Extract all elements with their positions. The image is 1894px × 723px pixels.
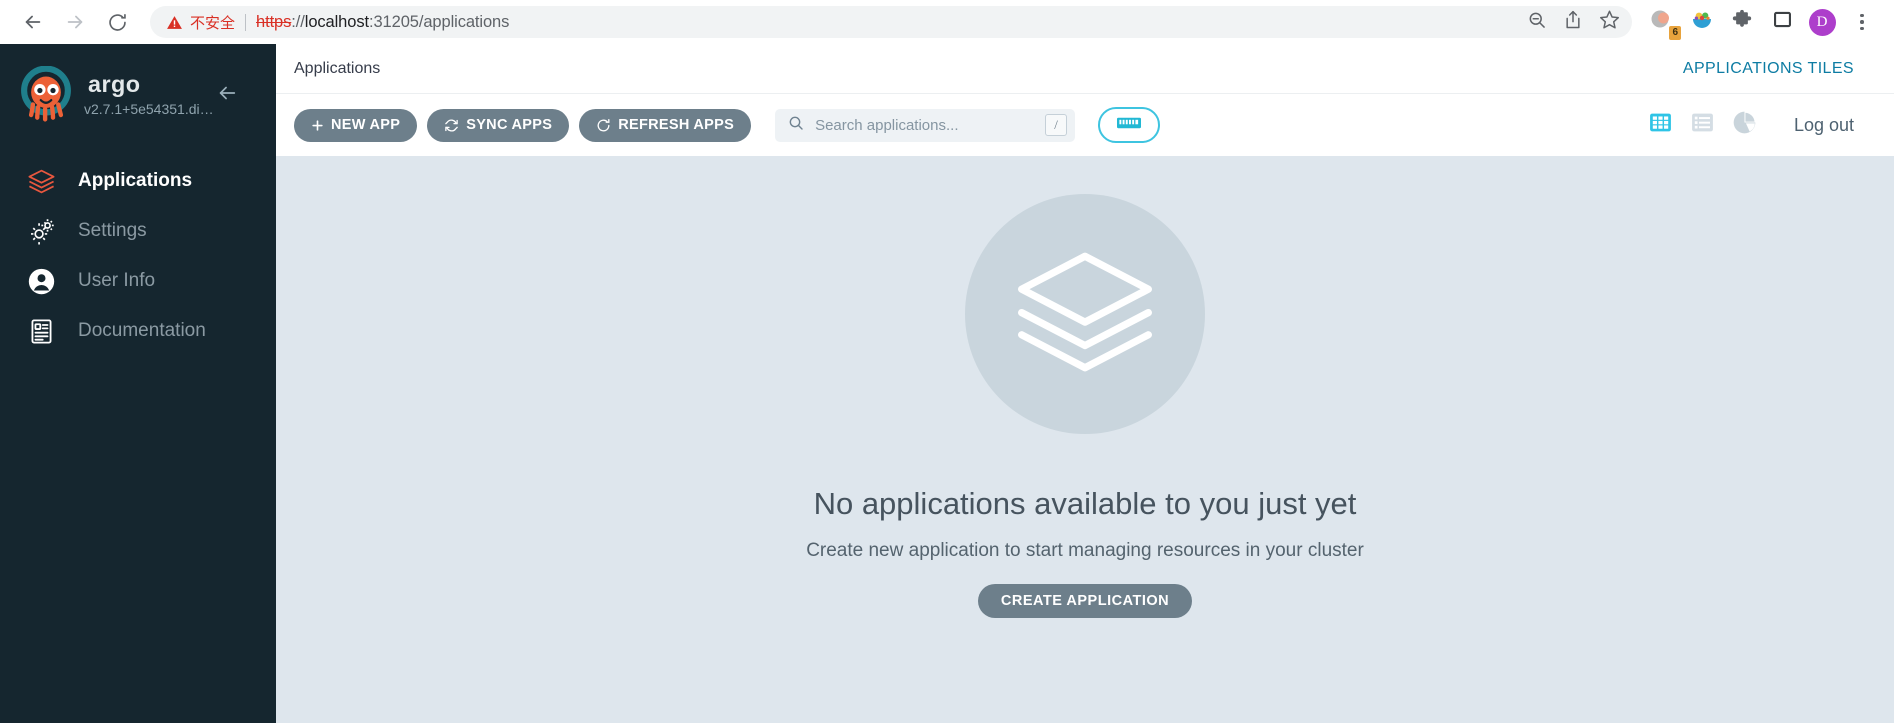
logout-link[interactable]: Log out [1794,115,1854,136]
keyboard-shortcuts-button[interactable] [1098,107,1161,143]
empty-state-subtitle: Create new application to start managing… [806,540,1364,561]
extensions-button[interactable] [1724,4,1760,40]
url-host: localhost [304,12,369,31]
keyboard-icon [1116,115,1142,136]
svg-text:argo: argo [88,72,140,97]
star-icon[interactable] [1599,9,1620,35]
document-icon [26,316,56,346]
search-shortcut-badge: / [1045,114,1068,136]
omnibox-divider [245,13,247,31]
new-app-button[interactable]: NEW APP [294,108,418,142]
brand-header: argo v2.7.1+5e54351.di… [0,44,276,136]
arrow-left-icon [22,11,44,33]
side-panel-button[interactable] [1764,4,1800,40]
new-app-label: NEW APP [331,117,401,133]
empty-state-illustration [965,194,1205,434]
view-list-button[interactable] [1690,112,1716,138]
address-bar[interactable]: 不安全 https://localhost:31205/applications [150,6,1632,38]
share-icon[interactable] [1563,10,1583,35]
search-input[interactable] [815,116,1046,134]
gears-icon [26,216,56,246]
sidebar-item-applications[interactable]: Applications [0,156,276,206]
back-button[interactable] [14,3,52,41]
profile-button[interactable]: D [1804,4,1840,40]
create-application-button[interactable]: CREATE APPLICATION [977,584,1193,618]
sidebar-item-documentation[interactable]: Documentation [0,306,276,356]
view-mode-toggles: Log out [1648,110,1854,140]
sidebar-item-user-info[interactable]: User Info [0,256,276,306]
grid-tiles-icon [1648,110,1673,140]
url-path: :31205/applications [368,12,510,31]
url-text: https://localhost:31205/applications [256,13,509,32]
extension-badge-button[interactable]: 6 [1644,4,1681,40]
app-shell: argo v2.7.1+5e54351.di… Applications Set… [0,44,1894,723]
security-status-label: 不安全 [190,13,236,32]
reload-icon [107,12,128,33]
reload-button[interactable] [98,3,136,41]
puzzle-piece-icon [1731,9,1753,36]
sync-apps-button[interactable]: SYNC APPS [427,108,570,142]
sync-icon [444,118,459,133]
refresh-apps-label: REFRESH APPS [618,117,735,133]
browser-menu-button[interactable] [1844,4,1880,40]
list-view-icon [1690,110,1715,140]
extension-badge-count: 6 [1669,26,1681,40]
refresh-apps-button[interactable]: REFRESH APPS [579,108,752,142]
sidebar-item-label: User Info [78,270,156,291]
layers-icon [26,166,56,196]
browser-extension-icons: 6 D [1644,4,1880,40]
sidebar-nav: Applications Settings User Info Document… [0,156,276,356]
side-panel-icon [1772,9,1793,35]
sidebar-item-settings[interactable]: Settings [0,206,276,256]
arrow-right-icon [64,11,86,33]
salad-bowl-extension-button[interactable] [1684,4,1720,40]
user-circle-icon [26,266,56,296]
warning-triangle-icon [166,14,183,31]
plus-icon [311,119,324,132]
browser-toolbar: 不安全 https://localhost:31205/applications [0,0,1894,44]
main-content: Applications APPLICATIONS TILES NEW APP [276,44,1894,723]
salad-bowl-icon [1690,8,1714,37]
argo-octopus-logo [18,65,74,122]
sidebar-item-label: Settings [78,220,147,241]
pie-chart-icon [1732,110,1757,140]
breadcrumb: Applications [294,59,381,77]
sidebar-item-label: Applications [78,170,193,191]
url-scheme-suffix: :// [291,12,305,31]
sync-apps-label: SYNC APPS [466,117,553,133]
page-header: Applications APPLICATIONS TILES [276,44,1894,94]
layers-stack-icon [1009,236,1161,393]
search-applications-field[interactable]: / [775,108,1076,142]
view-summary-button[interactable] [1732,110,1758,140]
argo-wordmark: argo [88,72,140,97]
empty-state: No applications available to you just ye… [276,156,1894,723]
version-label: v2.7.1+5e54351.di… [84,101,214,117]
sidebar-collapse-button[interactable] [214,82,240,109]
refresh-icon [596,118,611,133]
zoom-out-icon[interactable] [1527,10,1547,35]
forward-button[interactable] [56,3,94,41]
sidebar: argo v2.7.1+5e54351.di… Applications Set… [0,44,276,723]
avatar: D [1808,8,1836,36]
kebab-menu-icon [1860,13,1864,31]
search-icon [788,115,804,136]
empty-state-title: No applications available to you just ye… [813,486,1357,521]
sidebar-item-label: Documentation [78,320,206,341]
applications-toolbar: NEW APP SYNC APPS REFRESH APPS Search ap… [276,94,1894,156]
url-scheme: https [256,12,292,31]
page-title: APPLICATIONS TILES [1682,59,1854,77]
view-tiles-button[interactable] [1648,112,1674,138]
